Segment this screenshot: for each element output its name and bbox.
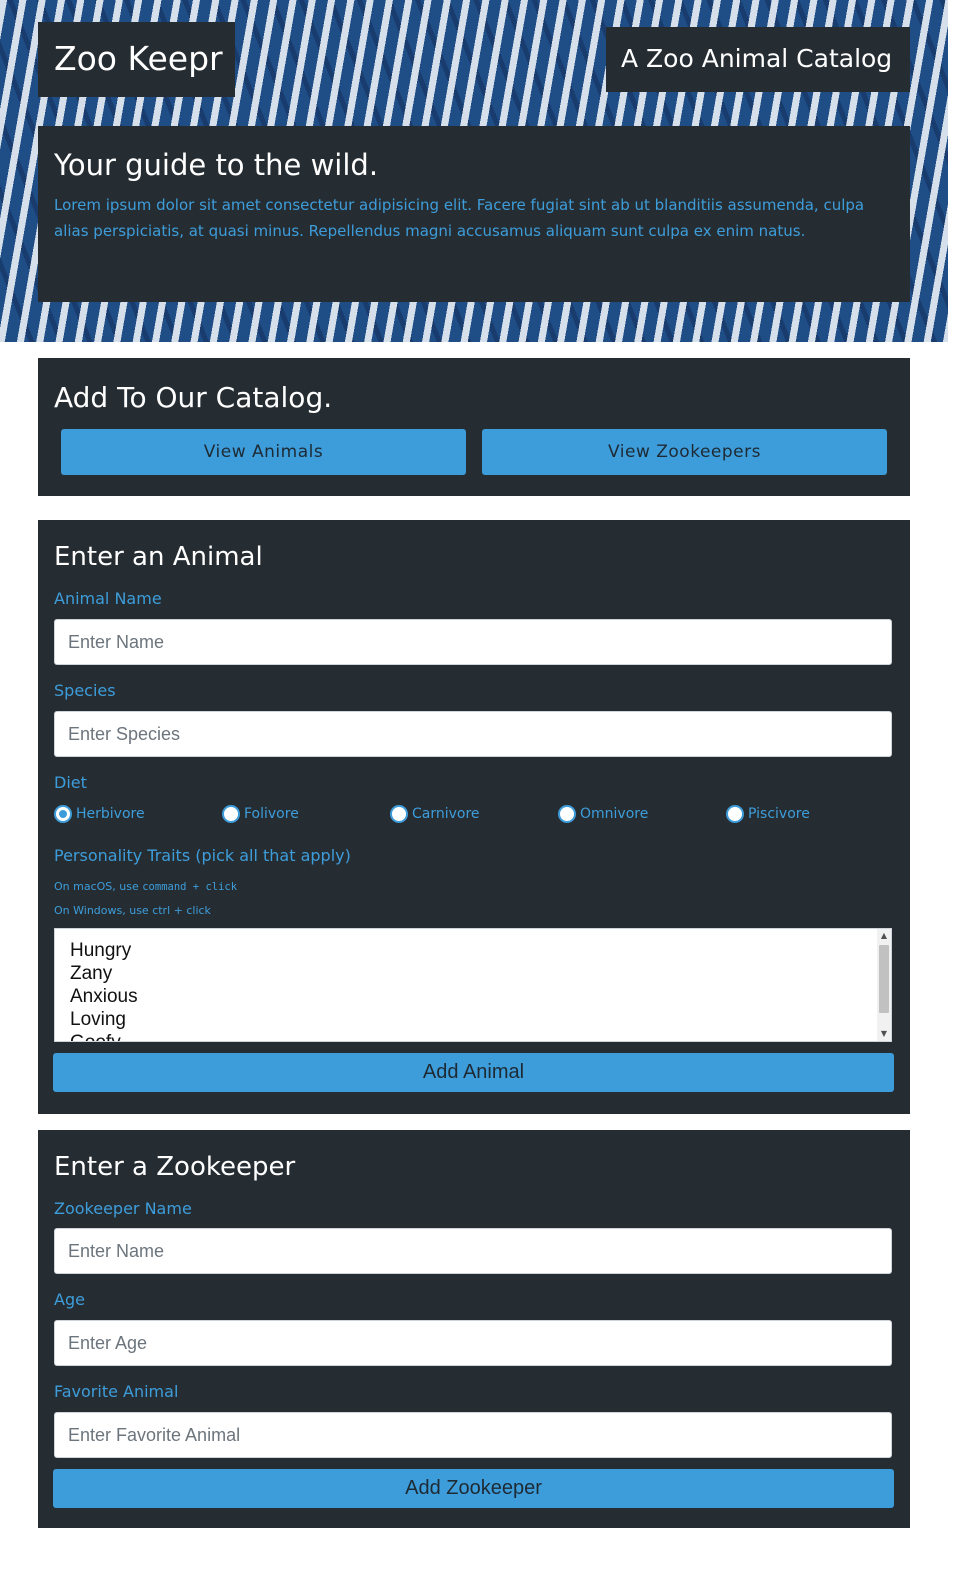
traits-scrollbar[interactable]: ▲ ▼ — [877, 929, 891, 1041]
diet-option-omnivore[interactable]: Omnivore — [558, 804, 648, 824]
view-zookeepers-button[interactable]: View Zookeepers — [482, 429, 887, 475]
radio-label-piscivore: Piscivore — [748, 806, 810, 822]
intro-box: Your guide to the wild. Lorem ipsum dolo… — [38, 126, 910, 302]
zookeeper-name-input[interactable] — [54, 1228, 892, 1274]
zookeeper-form: Enter a Zookeeper Zookeeper Name Age Fav… — [38, 1130, 910, 1528]
scroll-thumb[interactable] — [879, 945, 889, 1013]
radio-folivore[interactable] — [222, 805, 240, 823]
radio-carnivore[interactable] — [390, 805, 408, 823]
radio-label-carnivore: Carnivore — [412, 806, 480, 822]
radio-label-herbivore: Herbivore — [76, 806, 145, 822]
hint-macos-keys: command + click — [142, 881, 238, 893]
favorite-animal-input[interactable] — [54, 1412, 892, 1458]
brand-title[interactable]: Zoo Keepr — [54, 38, 223, 80]
trait-option[interactable]: Goofy — [70, 1031, 891, 1041]
diet-option-folivore[interactable]: Folivore — [222, 804, 299, 824]
hint-macos-prefix: On macOS, use — [54, 880, 143, 893]
zookeeper-name-label: Zookeeper Name — [54, 1199, 192, 1218]
trait-option[interactable]: Hungry — [70, 939, 891, 962]
brand-box: Zoo Keepr — [38, 22, 235, 97]
catalog-section: Add To Our Catalog. View Animals View Zo… — [38, 358, 910, 496]
hint-macos: On macOS, use command + click — [54, 880, 237, 894]
catalog-title: Add To Our Catalog. — [54, 381, 333, 414]
favorite-animal-label: Favorite Animal — [54, 1382, 179, 1401]
add-zookeeper-button[interactable]: Add Zookeeper — [53, 1469, 894, 1508]
trait-option[interactable]: Loving — [70, 1008, 891, 1031]
radio-label-omnivore: Omnivore — [580, 806, 649, 822]
diet-option-piscivore[interactable]: Piscivore — [726, 804, 810, 824]
animal-name-label: Animal Name — [54, 589, 162, 608]
diet-label: Diet — [54, 773, 87, 792]
radio-omnivore[interactable] — [558, 805, 576, 823]
radio-label-folivore: Folivore — [244, 806, 299, 822]
animal-form-title: Enter an Animal — [54, 542, 263, 572]
add-animal-button[interactable]: Add Animal — [53, 1053, 894, 1092]
traits-label: Personality Traits (pick all that apply) — [54, 846, 351, 865]
species-input[interactable] — [54, 711, 892, 757]
trait-option[interactable]: Zany — [70, 962, 891, 985]
species-label: Species — [54, 681, 116, 700]
scroll-down-arrow-icon[interactable]: ▼ — [877, 1027, 891, 1041]
intro-text: Lorem ipsum dolor sit amet consectetur a… — [54, 196, 865, 240]
tagline-text: A Zoo Animal Catalog — [621, 44, 893, 73]
radio-piscivore[interactable] — [726, 805, 744, 823]
traits-list: Hungry Zany Anxious Loving Goofy — [55, 929, 891, 1041]
diet-option-carnivore[interactable]: Carnivore — [390, 804, 480, 824]
radio-herbivore[interactable] — [54, 805, 72, 823]
age-input[interactable] — [54, 1320, 892, 1366]
animal-form: Enter an Animal Animal Name Species Diet… — [38, 520, 910, 1114]
view-animals-button[interactable]: View Animals — [61, 429, 466, 475]
scroll-up-arrow-icon[interactable]: ▲ — [877, 929, 891, 943]
zookeeper-form-title: Enter a Zookeeper — [54, 1152, 296, 1182]
diet-option-herbivore[interactable]: Herbivore — [54, 804, 145, 824]
animal-name-input[interactable] — [54, 619, 892, 665]
tagline-box: A Zoo Animal Catalog — [606, 27, 910, 92]
traits-listbox[interactable]: Hungry Zany Anxious Loving Goofy ▲ ▼ — [54, 928, 892, 1042]
trait-option[interactable]: Anxious — [70, 985, 891, 1008]
intro-title: Your guide to the wild. — [54, 148, 379, 182]
age-label: Age — [54, 1290, 85, 1309]
hint-windows: On Windows, use ctrl + click — [54, 904, 211, 917]
